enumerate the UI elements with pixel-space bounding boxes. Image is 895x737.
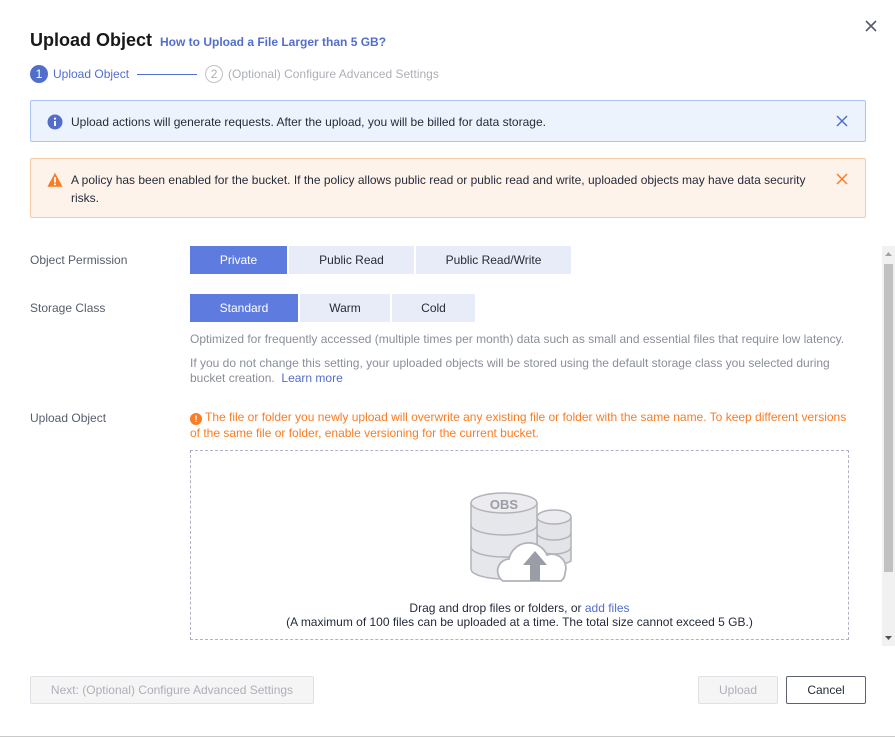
step-1-number: 1 — [30, 65, 48, 83]
default-note-line2: bucket creation. — [190, 371, 275, 385]
dialog-title: Upload Object — [30, 30, 153, 50]
drop-instructions-text: Drag and drop files or folders, or — [409, 601, 582, 615]
billing-info-alert: Upload actions will generate requests. A… — [30, 100, 866, 142]
step-connector — [137, 73, 198, 75]
upload-limit-text: (A maximum of 100 files can be uploaded … — [286, 615, 753, 629]
large-file-help-link[interactable]: How to Upload a File Larger than 5 GB? — [160, 35, 386, 49]
warning-alert-text: A policy has been enabled for the bucket… — [71, 173, 806, 205]
cancel-button[interactable]: Cancel — [786, 676, 866, 704]
upload-object-dialog: Upload Object How to Upload a File Large… — [0, 0, 895, 737]
obs-upload-cloud-icon: OBS — [470, 492, 572, 582]
storage-option-cold[interactable]: Cold — [392, 294, 475, 322]
object-permission-selector: Private Public Read Public Read/Write — [190, 246, 571, 274]
next-advanced-settings-button[interactable]: Next: (Optional) Configure Advanced Sett… — [30, 676, 314, 704]
scroll-down-arrow-icon[interactable] — [882, 630, 895, 646]
dialog-header: Upload Object How to Upload a File Large… — [30, 30, 386, 51]
overwrite-warning: ! The file or folder you newly upload wil… — [190, 409, 855, 441]
scroll-up-arrow-icon[interactable] — [882, 246, 895, 262]
step-indicator: 1 Upload Object 2 (Optional) Configure A… — [30, 64, 439, 84]
info-alert-text: Upload actions will generate requests. A… — [71, 115, 546, 129]
overwrite-warning-icon: ! — [190, 413, 202, 425]
overwrite-warning-text: The file or folder you newly upload will… — [190, 410, 847, 440]
storage-class-description: Optimized for frequently accessed (multi… — [190, 332, 845, 346]
storage-class-label: Storage Class — [30, 301, 106, 315]
drop-instructions: Drag and drop files or folders, or add f… — [191, 601, 848, 615]
policy-warning-alert: A policy has been enabled for the bucket… — [30, 158, 866, 218]
add-files-link[interactable]: add files — [585, 601, 630, 615]
storage-option-warm[interactable]: Warm — [300, 294, 390, 322]
file-drop-zone[interactable]: OBS Drag and drop files or folders, or a… — [190, 450, 849, 640]
svg-text:OBS: OBS — [490, 497, 519, 512]
step-1-label: Upload Object — [53, 67, 130, 81]
upload-object-label: Upload Object — [30, 411, 107, 425]
upload-button[interactable]: Upload — [698, 676, 778, 704]
step-2-label: (Optional) Configure Advanced Settings — [228, 67, 439, 81]
permission-option-private[interactable]: Private — [190, 246, 287, 274]
info-icon — [47, 114, 63, 130]
close-warning-alert-icon[interactable] — [835, 172, 849, 186]
object-permission-label: Object Permission — [30, 253, 128, 267]
learn-more-link[interactable]: Learn more — [281, 371, 342, 385]
warning-icon — [47, 172, 63, 187]
permission-option-public-read-write[interactable]: Public Read/Write — [416, 246, 571, 274]
storage-option-standard[interactable]: Standard — [190, 294, 298, 322]
storage-class-default-note: If you do not change this setting, your … — [190, 356, 855, 386]
scroll-thumb[interactable] — [884, 264, 893, 572]
close-dialog-icon[interactable] — [862, 17, 880, 35]
storage-class-selector: Standard Warm Cold — [190, 294, 475, 322]
close-info-alert-icon[interactable] — [835, 114, 849, 128]
default-note-line1: If you do not change this setting, your … — [190, 356, 830, 370]
step-2-number: 2 — [205, 65, 224, 83]
permission-option-public-read[interactable]: Public Read — [289, 246, 414, 274]
form-scrollbar[interactable] — [882, 246, 895, 646]
